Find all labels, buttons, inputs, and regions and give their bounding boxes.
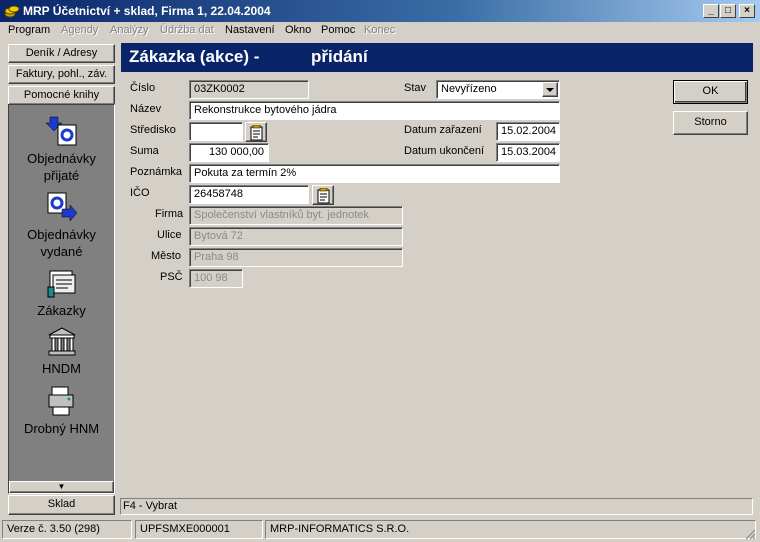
contracts-icon bbox=[47, 270, 75, 298]
stredisko-pick-button[interactable] bbox=[245, 122, 267, 142]
menu-udrzba-dat[interactable]: Údržba dat bbox=[160, 24, 214, 36]
firma-field: Společenství vlastníků byt. jednotek bbox=[189, 206, 403, 225]
label-stav: Stav bbox=[404, 82, 427, 94]
sidebar-panel: Objednávky přijaté Objednávky vydané Zák… bbox=[8, 104, 115, 494]
maximize-button[interactable]: □ bbox=[720, 4, 736, 18]
menu-agendy[interactable]: Agendy bbox=[61, 24, 98, 36]
datum-ukonceni-field[interactable]: 15.03.2004 bbox=[496, 143, 560, 162]
resize-grip-icon[interactable] bbox=[744, 528, 756, 540]
sidebar-item-label: Objednávky bbox=[27, 151, 96, 166]
ico-pick-button[interactable] bbox=[312, 185, 334, 205]
app-coins-icon bbox=[4, 5, 20, 18]
ok-button[interactable]: OK bbox=[673, 80, 748, 104]
hint-bar: F4 - Vybrat bbox=[120, 498, 753, 515]
sidebar-tab-denik-adresy[interactable]: Deník / Adresy bbox=[8, 44, 115, 63]
sidebar-item-label: vydané bbox=[40, 244, 83, 259]
sidebar-item-zakazky[interactable]: Zákazky bbox=[9, 267, 114, 319]
stredisko-field[interactable] bbox=[189, 122, 243, 141]
close-button[interactable]: × bbox=[739, 4, 755, 18]
form-header: Zákazka (akce) - přidání bbox=[121, 43, 753, 72]
chevron-down-icon bbox=[546, 88, 554, 92]
datum-zarazeni-field[interactable]: 15.02.2004 bbox=[496, 122, 560, 141]
label-suma: Suma bbox=[130, 145, 159, 157]
label-ulice: Ulice bbox=[157, 229, 182, 241]
sidebar-tab-pomocne-knihy[interactable]: Pomocné knihy bbox=[8, 86, 115, 105]
label-mesto: Město bbox=[151, 250, 181, 262]
chevron-down-icon: ▼ bbox=[57, 482, 66, 491]
menu-program[interactable]: Program bbox=[8, 24, 50, 36]
ico-field[interactable]: 26458748 bbox=[189, 185, 309, 204]
stav-select[interactable]: Nevyřízeno bbox=[436, 80, 560, 99]
minimize-button[interactable]: _ bbox=[703, 4, 719, 18]
menu-okno[interactable]: Okno bbox=[285, 24, 311, 36]
stav-dropdown-button[interactable] bbox=[542, 82, 558, 97]
menu-konec[interactable]: Konec bbox=[364, 24, 395, 36]
sidebar-item-objednavky-vydane[interactable]: Objednávky vydané bbox=[9, 191, 114, 260]
sidebar-item-label: Drobný HNM bbox=[23, 421, 100, 436]
sidebar-scroll-down-button[interactable]: ▼ bbox=[9, 481, 114, 493]
building-icon bbox=[48, 327, 75, 356]
label-stredisko: Středisko bbox=[130, 124, 176, 136]
label-nazev: Název bbox=[130, 103, 162, 115]
order-received-icon bbox=[45, 116, 76, 146]
suma-field[interactable]: 130 000,00 bbox=[189, 143, 269, 162]
form-mode: přidání bbox=[311, 47, 368, 66]
psc-field: 100 98 bbox=[189, 269, 243, 288]
status-company: MRP-INFORMATICS S.R.O. bbox=[265, 520, 756, 539]
sidebar-item-hndm[interactable]: HNDM bbox=[9, 325, 114, 377]
sidebar-item-drobny-hnm[interactable]: Drobný HNM bbox=[9, 385, 114, 437]
title-bar[interactable]: MRP Účetnictví + sklad, Firma 1, 22.04.2… bbox=[0, 0, 760, 22]
order-issued-icon bbox=[47, 192, 77, 222]
sidebar-tab-sklad[interactable]: Sklad bbox=[8, 495, 115, 515]
lookup-notepad-icon bbox=[317, 188, 330, 204]
label-poznamka: Poznámka bbox=[130, 166, 182, 178]
window-title: MRP Účetnictví + sklad, Firma 1, 22.04.2… bbox=[23, 4, 271, 18]
status-version: Verze č. 3.50 (298) bbox=[2, 520, 132, 539]
status-license: UPFSMXE000001 bbox=[135, 520, 263, 539]
poznamka-field[interactable]: Pokuta za termín 2% bbox=[189, 164, 560, 183]
menu-pomoc[interactable]: Pomoc bbox=[321, 24, 355, 36]
sidebar-item-label: HNDM bbox=[42, 361, 81, 376]
sidebar-tab-faktury[interactable]: Faktury, pohl., záv. bbox=[8, 65, 115, 84]
label-cislo: Číslo bbox=[130, 82, 156, 94]
mesto-field: Praha 98 bbox=[189, 248, 403, 267]
small-asset-icon bbox=[48, 386, 73, 416]
storno-button[interactable]: Storno bbox=[673, 111, 748, 135]
menu-bar: Program Agendy Analýzy Údržba dat Nastav… bbox=[0, 22, 760, 40]
label-datum-ukonceni: Datum ukončení bbox=[404, 145, 485, 157]
sidebar-item-label: přijaté bbox=[43, 168, 80, 183]
label-psc: PSČ bbox=[160, 271, 183, 283]
menu-analyzy[interactable]: Analýzy bbox=[110, 24, 149, 36]
sidebar-item-label: Zákazky bbox=[37, 303, 86, 318]
sidebar-item-label: Objednávky bbox=[27, 227, 96, 242]
ulice-field: Bytová 72 bbox=[189, 227, 403, 246]
stav-value: Nevyřízeno bbox=[441, 83, 497, 95]
label-firma: Firma bbox=[155, 208, 184, 220]
form-title: Zákazka (akce) - bbox=[129, 47, 260, 66]
sidebar-item-objednavky-prijate[interactable]: Objednávky přijaté bbox=[9, 115, 114, 184]
label-ico: IČO bbox=[130, 187, 150, 199]
lookup-notepad-icon bbox=[250, 125, 263, 141]
label-datum-zarazeni: Datum zařazení bbox=[404, 124, 482, 136]
nazev-field[interactable]: Rekonstrukce bytového jádra bbox=[189, 101, 560, 120]
menu-nastaveni[interactable]: Nastavení bbox=[225, 24, 275, 36]
cislo-field[interactable]: 03ZK0002 bbox=[189, 80, 309, 99]
